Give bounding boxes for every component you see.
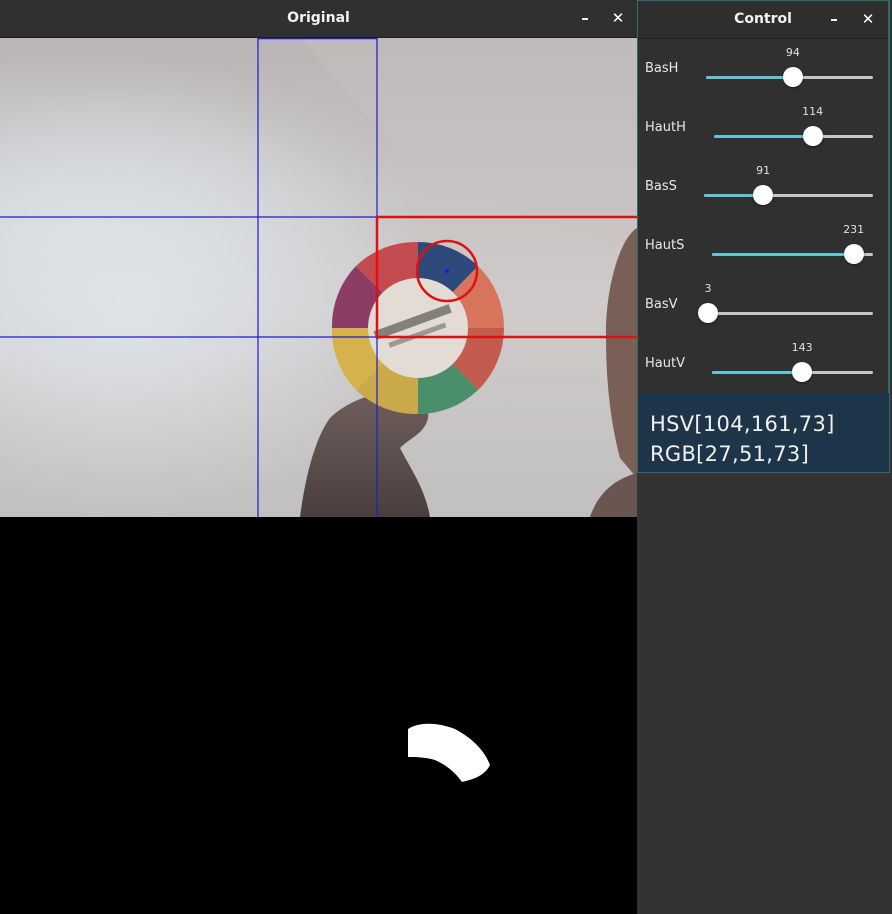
tracking-center [445,269,449,273]
slider-label: BasV [645,297,678,312]
slider-value: 91 [756,164,771,177]
original-titlebar[interactable]: Original – ✕ [0,0,637,38]
slider-fill [714,135,813,138]
mask-view [0,517,637,914]
slider-value: 231 [843,223,865,236]
rgb-readout: RGB[27,51,73] [650,442,810,466]
slider-thumb[interactable] [802,126,823,146]
camera-view [0,38,637,517]
slider-thumb[interactable] [843,244,864,264]
mask-blob [408,723,490,782]
slider-value: 143 [791,341,813,354]
slider-thumb[interactable] [792,362,813,382]
slider-thumb[interactable] [753,185,774,205]
minimize-icon[interactable]: – [824,9,844,29]
slider-label: HautS [645,238,685,253]
close-icon[interactable]: ✕ [608,8,628,28]
control-titlebar[interactable]: Control – ✕ [638,1,888,39]
hsv-readout: HSV[104,161,73] [650,412,835,436]
slider-thumb[interactable] [782,67,803,87]
minimize-icon[interactable]: – [575,8,595,28]
slider-label: BasS [645,179,677,194]
slider-fill [712,371,803,374]
slider-label: HautV [645,356,685,371]
mask-frame [408,723,490,782]
slider-bas-s: BasS 91 [638,157,889,216]
original-window-title: Original [287,10,350,26]
slider-track[interactable] [714,135,873,138]
slider-value: 3 [704,282,712,295]
color-readout: HSV[104,161,73] RGB[27,51,73] [638,393,889,472]
camera-frame [0,38,637,517]
slider-label: HautH [645,120,686,135]
control-window-title: Control [734,11,792,27]
slider-haut-v: HautV 143 [638,334,889,393]
control-window: Control – ✕ BasH 94 HautH 114 BasS 91 Ha… [637,0,890,473]
slider-bas-h: BasH 94 [638,39,889,98]
slider-value: 114 [802,105,824,118]
original-window: Original – ✕ [0,0,637,914]
slider-fill [706,76,793,79]
close-icon[interactable]: ✕ [858,9,878,29]
slider-haut-s: HautS 231 [638,216,889,275]
slider-fill [712,253,854,256]
slider-thumb[interactable] [698,303,718,323]
slider-value: 94 [785,46,800,59]
slider-label: BasH [645,61,679,76]
slider-bas-v: BasV 3 [638,275,889,334]
slider-track[interactable] [704,194,873,197]
slider-track[interactable] [708,312,873,315]
slider-haut-h: HautH 114 [638,98,889,157]
